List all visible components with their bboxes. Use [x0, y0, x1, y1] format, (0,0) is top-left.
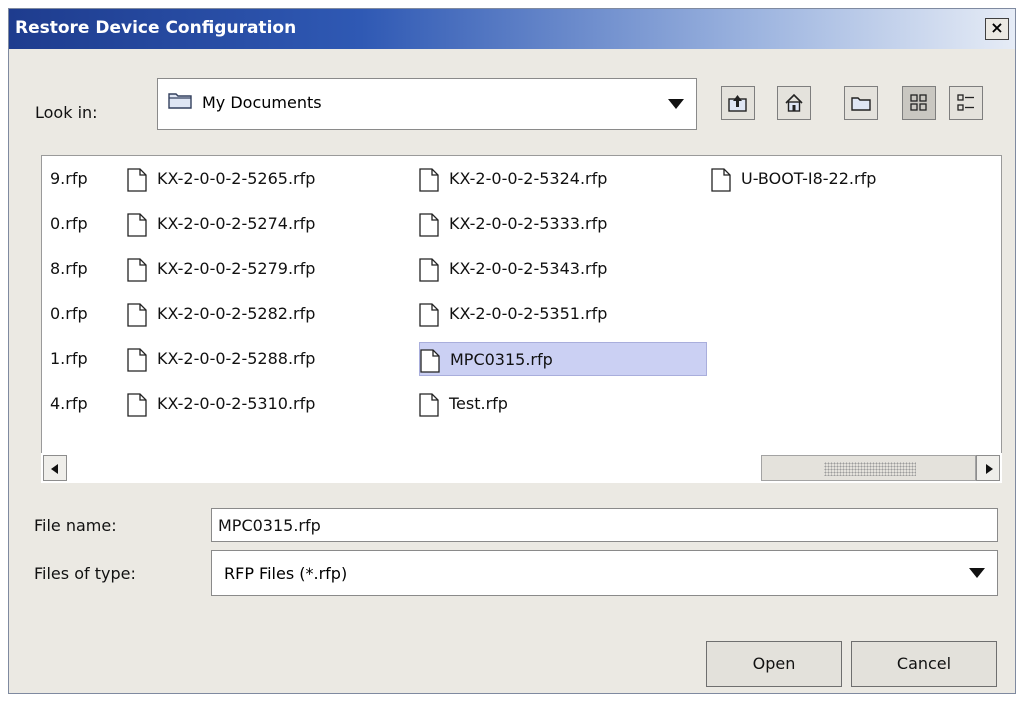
files-of-type-combo[interactable]: RFP Files (*.rfp)	[211, 550, 998, 596]
file-item-label: KX-2-0-0-2-5288.rfp	[157, 349, 316, 368]
document-icon	[420, 349, 440, 373]
file-item[interactable]: 1.rfp	[36, 342, 126, 376]
open-button[interactable]: Open	[706, 641, 842, 687]
look-in-value: My Documents	[202, 93, 322, 112]
file-item[interactable]: KX-2-0-0-2-5274.rfp	[127, 207, 415, 241]
file-item-label: KX-2-0-0-2-5333.rfp	[449, 214, 608, 233]
up-one-level-icon	[728, 95, 747, 112]
close-button[interactable]: ×	[985, 18, 1009, 40]
file-item[interactable]: KX-2-0-0-2-5282.rfp	[127, 297, 415, 331]
file-item-label: 0.rfp	[50, 214, 88, 233]
cancel-button[interactable]: Cancel	[851, 641, 997, 687]
file-item-label: Test.rfp	[449, 394, 508, 413]
scroll-left-button[interactable]	[43, 455, 67, 481]
document-icon	[711, 168, 731, 192]
file-name-field[interactable]: MPC0315.rfp	[211, 508, 998, 542]
file-item[interactable]: KX-2-0-0-2-5310.rfp	[127, 387, 415, 421]
arrow-left-icon	[51, 464, 58, 474]
grip-icon	[824, 462, 916, 476]
horizontal-scrollbar[interactable]	[41, 453, 1002, 483]
details-view-icon	[957, 94, 974, 111]
file-item-label: 1.rfp	[50, 349, 88, 368]
document-icon	[419, 168, 439, 192]
details-view-button[interactable]	[949, 86, 983, 120]
file-item-label: KX-2-0-0-2-5282.rfp	[157, 304, 316, 323]
file-item[interactable]: KX-2-0-0-2-5343.rfp	[419, 252, 707, 286]
file-item[interactable]: KX-2-0-0-2-5324.rfp	[419, 162, 707, 196]
file-list[interactable]: 9.rfp 0.rfp 8.rfp 0.rfp 1.rfp 4.rfp KX-2-0-0-2…	[41, 155, 1002, 455]
home-button[interactable]	[777, 86, 811, 120]
file-item[interactable]: KX-2-0-0-2-5288.rfp	[127, 342, 415, 376]
files-of-type-value: RFP Files (*.rfp)	[224, 564, 348, 583]
file-item-label: 0.rfp	[50, 304, 88, 323]
home-icon	[785, 93, 803, 112]
file-item-label: 9.rfp	[50, 169, 88, 188]
arrow-right-icon	[986, 464, 993, 474]
file-item-label: KX-2-0-0-2-5324.rfp	[449, 169, 608, 188]
file-item-label: 4.rfp	[50, 394, 88, 413]
files-of-type-label: Files of type:	[34, 564, 136, 583]
file-name-label: File name:	[34, 516, 117, 535]
document-icon	[127, 258, 147, 282]
file-item-label: 8.rfp	[50, 259, 88, 278]
file-item[interactable]: 0.rfp	[36, 207, 126, 241]
file-item[interactable]: 9.rfp	[36, 162, 126, 196]
chevron-down-icon	[668, 99, 684, 109]
file-item[interactable]: KX-2-0-0-2-5333.rfp	[419, 207, 707, 241]
restore-config-dialog: Restore Device Configuration × Look in: …	[8, 8, 1016, 694]
scroll-right-button[interactable]	[976, 455, 1000, 481]
file-item-label: MPC0315.rfp	[450, 350, 553, 369]
new-folder-button[interactable]	[844, 86, 878, 120]
file-item[interactable]: KX-2-0-0-2-5265.rfp	[127, 162, 415, 196]
file-item[interactable]: KX-2-0-0-2-5279.rfp	[127, 252, 415, 286]
file-item[interactable]: U-BOOT-I8-22.rfp	[711, 162, 991, 196]
list-view-icon	[910, 94, 927, 111]
title-bar[interactable]: Restore Device Configuration ×	[9, 9, 1015, 49]
file-item-label: KX-2-0-0-2-5279.rfp	[157, 259, 316, 278]
document-icon	[127, 213, 147, 237]
file-item[interactable]: MPC0315.rfp	[419, 342, 707, 376]
file-item-label: KX-2-0-0-2-5343.rfp	[449, 259, 608, 278]
file-item[interactable]: 0.rfp	[36, 297, 126, 331]
up-one-level-button[interactable]	[721, 86, 755, 120]
new-folder-icon	[851, 97, 871, 111]
file-item[interactable]: 8.rfp	[36, 252, 126, 286]
document-icon	[419, 303, 439, 327]
file-item-label: KX-2-0-0-2-5351.rfp	[449, 304, 608, 323]
file-item[interactable]: 4.rfp	[36, 387, 126, 421]
document-icon	[127, 393, 147, 417]
look-in-combo[interactable]: My Documents	[157, 78, 697, 130]
scroll-thumb[interactable]	[761, 455, 976, 481]
folder-icon	[168, 93, 192, 109]
document-icon	[127, 303, 147, 327]
list-view-button[interactable]	[902, 86, 936, 120]
file-item[interactable]: KX-2-0-0-2-5351.rfp	[419, 297, 707, 331]
document-icon	[419, 213, 439, 237]
file-item[interactable]: Test.rfp	[419, 387, 707, 421]
chevron-down-icon	[969, 568, 985, 578]
look-in-label: Look in:	[35, 103, 98, 122]
document-icon	[419, 393, 439, 417]
file-item-label: KX-2-0-0-2-5265.rfp	[157, 169, 316, 188]
dialog-title: Restore Device Configuration	[15, 18, 297, 38]
file-item-label: KX-2-0-0-2-5274.rfp	[157, 214, 316, 233]
document-icon	[419, 258, 439, 282]
file-item-label: U-BOOT-I8-22.rfp	[741, 169, 877, 188]
document-icon	[127, 168, 147, 192]
file-name-value: MPC0315.rfp	[218, 516, 321, 535]
file-item-label: KX-2-0-0-2-5310.rfp	[157, 394, 316, 413]
document-icon	[127, 348, 147, 372]
